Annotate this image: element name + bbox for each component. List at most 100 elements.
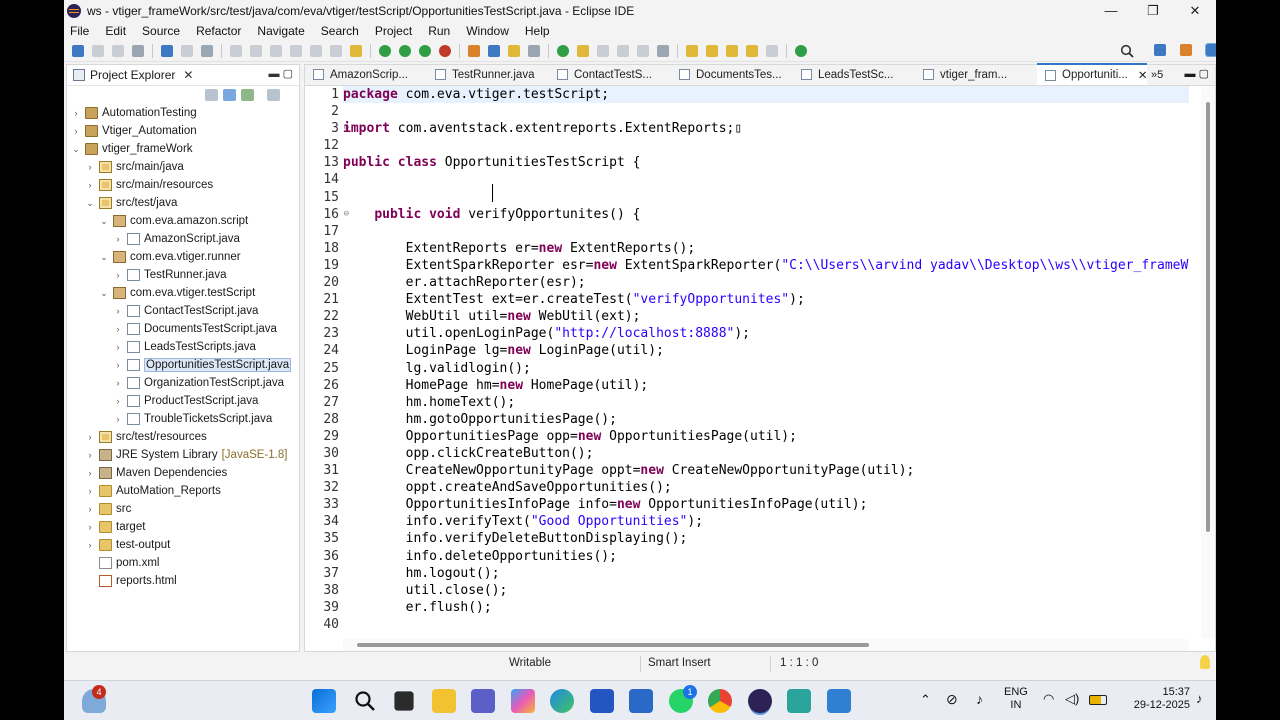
edge-icon[interactable]	[550, 689, 574, 713]
code-line[interactable]: er.attachReporter(esr);	[343, 274, 1189, 291]
tree-item[interactable]: ⌄ com.eva.amazon.script	[67, 212, 299, 230]
last-edit-location-icon[interactable]	[726, 44, 738, 57]
code-line[interactable]: package com.eva.vtiger.testScript;	[343, 86, 1189, 104]
tree-item[interactable]: ⌄ com.eva.vtiger.runner	[67, 248, 299, 266]
collapse-chevron-icon[interactable]: ⌄	[71, 144, 81, 155]
code-line[interactable]: hm.logout();	[343, 565, 1189, 582]
code-line[interactable]: info.verifyDeleteButtonDisplaying();	[343, 530, 1189, 547]
vertical-scrollbar[interactable]	[1201, 86, 1215, 639]
open-task-icon[interactable]	[528, 44, 540, 57]
resume-icon[interactable]	[230, 44, 242, 57]
run-icon[interactable]	[399, 44, 411, 57]
expand-chevron-icon[interactable]: ›	[85, 522, 95, 532]
menu-project[interactable]: Project	[375, 24, 412, 38]
status-insert-mode[interactable]: Smart Insert	[648, 657, 711, 669]
menu-window[interactable]: Window	[466, 24, 509, 38]
code-line[interactable]: import com.aventstack.extentreports.Exte…	[343, 120, 1189, 137]
new-icon[interactable]	[72, 44, 84, 57]
tree-item[interactable]: reports.html	[67, 572, 299, 590]
tree-item[interactable]: › LeadsTestScripts.java	[67, 338, 299, 356]
open-perspective-icon[interactable]	[1154, 44, 1166, 56]
tree-item[interactable]: › ProductTestScript.java	[67, 392, 299, 410]
location-off-icon[interactable]: ⊘	[946, 691, 958, 708]
expand-chevron-icon[interactable]: ›	[71, 108, 81, 118]
menu-help[interactable]: Help	[525, 24, 550, 38]
menu-edit[interactable]: Edit	[105, 24, 126, 38]
next-annotation-icon[interactable]	[686, 44, 698, 57]
code-line[interactable]	[343, 171, 1189, 188]
tree-item[interactable]: › ContactTestScript.java	[67, 302, 299, 320]
tab-overflow-button[interactable]: »5	[1151, 69, 1163, 81]
tree-item[interactable]: › src/main/resources	[67, 176, 299, 194]
code-line[interactable]	[343, 223, 1189, 240]
expand-chevron-icon[interactable]: ›	[113, 324, 123, 334]
remote-desktop-icon[interactable]	[787, 689, 811, 713]
code-line[interactable]: public class OpportunitiesTestScript {	[343, 154, 1189, 171]
code-area[interactable]: package com.eva.vtiger.testScript; import…	[343, 86, 1189, 639]
code-line[interactable]: public void verifyOpportunites() {	[343, 206, 1189, 223]
tree-item[interactable]: › JRE System Library [JavaSE-1.8]	[67, 446, 299, 464]
tree-item[interactable]: › OrganizationTestScript.java	[67, 374, 299, 392]
battery-icon[interactable]	[1089, 695, 1107, 705]
status-cursor-position[interactable]: 1 : 1 : 0	[780, 657, 818, 669]
minimize-button[interactable]: —	[1090, 0, 1132, 21]
debug-icon[interactable]	[379, 44, 391, 57]
show-hidden-icons-icon[interactable]: ⌃	[920, 692, 931, 708]
view-controls[interactable]: ▬ ▢	[269, 67, 293, 80]
expand-chevron-icon[interactable]: ›	[85, 504, 95, 514]
step-over-icon[interactable]	[310, 44, 322, 57]
tree-item[interactable]: › test-output	[67, 536, 299, 554]
open-type-icon[interactable]	[468, 44, 480, 57]
code-line[interactable]: HomePage hm=new HomePage(util);	[343, 377, 1189, 394]
copilot-icon[interactable]	[511, 689, 535, 713]
tree-item[interactable]: › src/test/resources	[67, 428, 299, 446]
store-icon[interactable]	[590, 689, 614, 713]
save-all-icon[interactable]	[112, 44, 124, 57]
expand-chevron-icon[interactable]: ›	[113, 270, 123, 280]
expand-chevron-icon[interactable]: ›	[113, 234, 123, 244]
teams-icon[interactable]	[471, 689, 495, 713]
drop-to-frame-icon[interactable]	[350, 44, 362, 57]
code-line[interactable]: ExtentTest ext=er.createTest("verifyOppo…	[343, 291, 1189, 308]
java-ee-perspective-icon[interactable]	[1180, 44, 1192, 56]
code-line[interactable]: OpportunitiesInfoPage info=new Opportuni…	[343, 496, 1189, 513]
coverage-icon[interactable]	[419, 44, 431, 57]
editor-tab[interactable]: vtiger_fram...	[915, 64, 1037, 85]
tree-item[interactable]: › DocumentsTestScript.java	[67, 320, 299, 338]
editor-tab[interactable]: LeadsTestSc...	[793, 64, 915, 85]
horizontal-scroll-thumb[interactable]	[357, 643, 869, 647]
code-line[interactable]: lg.validlogin();	[343, 360, 1189, 377]
forward-icon[interactable]	[766, 44, 778, 57]
collapse-chevron-icon[interactable]: ⌄	[99, 288, 109, 299]
code-line[interactable]: CreateNewOpportunityPage oppt=new Create…	[343, 462, 1189, 479]
menu-run[interactable]: Run	[428, 24, 450, 38]
code-line[interactable]	[343, 616, 1189, 633]
code-line[interactable]: LoginPage lg=new LoginPage(util);	[343, 342, 1189, 359]
tree-item[interactable]: › src/main/java	[67, 158, 299, 176]
file-explorer-icon[interactable]	[432, 689, 456, 713]
editor-tab[interactable]: DocumentsTes...	[671, 64, 793, 85]
expand-chevron-icon[interactable]: ›	[85, 162, 95, 172]
windows-start-icon[interactable]	[312, 689, 336, 713]
code-line[interactable]	[343, 189, 1189, 206]
tree-item[interactable]: › target	[67, 518, 299, 536]
tree-item[interactable]: › src	[67, 500, 299, 518]
new-java-class-icon[interactable]	[508, 44, 520, 57]
terminal-icon[interactable]	[161, 44, 173, 57]
tree-item[interactable]: ⌄ com.eva.vtiger.testScript	[67, 284, 299, 302]
tree-item[interactable]: › Vtiger_Automation	[67, 122, 299, 140]
menu-file[interactable]: File	[70, 24, 89, 38]
menu-search[interactable]: Search	[321, 24, 359, 38]
code-line[interactable]: hm.gotoOpportunitiesPage();	[343, 411, 1189, 428]
tree-item[interactable]: › Maven Dependencies	[67, 464, 299, 482]
build-icon[interactable]	[181, 44, 193, 57]
code-line[interactable]	[343, 137, 1189, 154]
search-icon[interactable]	[353, 689, 377, 713]
code-line[interactable]: info.deleteOpportunities();	[343, 548, 1189, 565]
pin-editor-icon[interactable]	[795, 44, 807, 57]
horizontal-scrollbar[interactable]	[343, 639, 1189, 651]
expand-chevron-icon[interactable]: ›	[85, 486, 95, 496]
expand-chevron-icon[interactable]: ›	[113, 396, 123, 406]
expand-chevron-icon[interactable]: ›	[85, 450, 95, 460]
menu-source[interactable]: Source	[142, 24, 180, 38]
